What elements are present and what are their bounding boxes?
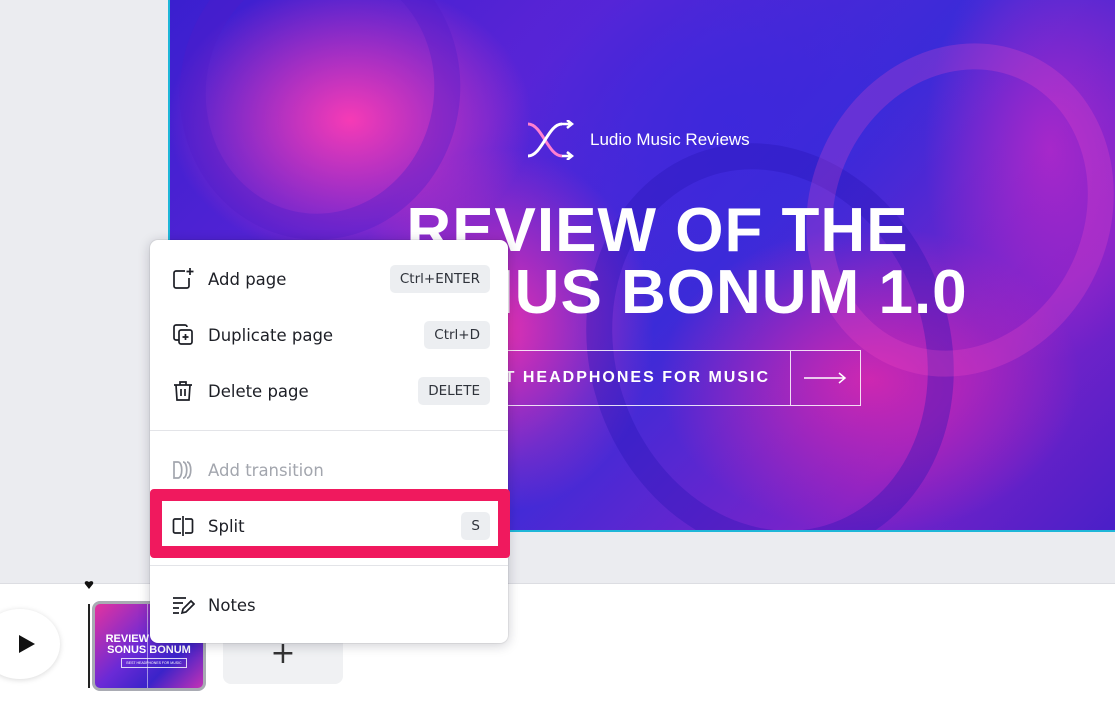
brand-logo-icon [527,120,575,160]
shortcut-badge: Ctrl+ENTER [389,265,490,293]
add-page-icon [170,266,196,292]
brand-header[interactable]: Ludio Music Reviews [524,120,750,160]
play-button[interactable] [0,609,60,679]
menu-item-split[interactable]: Split S [150,501,508,551]
menu-item-add-transition[interactable]: Add transition [150,445,508,495]
shortcut-badge: S [461,512,490,540]
playhead-marker-icon[interactable] [84,580,94,590]
menu-divider [150,430,508,431]
trash-icon [170,378,196,404]
thumbnail-cta: BEST HEADPHONES FOR MUSIC [121,658,187,668]
transition-icon [170,457,196,483]
playhead[interactable] [88,604,90,688]
plus-icon: + [270,636,296,671]
menu-item-notes[interactable]: Notes [150,580,508,630]
arrow-right-icon [790,351,860,405]
page-context-menu: Add page Ctrl+ENTER Duplicate page Ctrl+… [150,240,508,643]
menu-item-label: Add transition [208,460,324,480]
menu-item-duplicate-page[interactable]: Duplicate page Ctrl+D [150,310,508,360]
menu-divider [150,565,508,566]
menu-item-label: Add page [208,269,287,289]
thumbnail-title-line-2: SONUS BONUM [107,644,191,656]
menu-item-label: Delete page [208,381,309,401]
menu-item-add-page[interactable]: Add page Ctrl+ENTER [150,254,508,304]
menu-item-label: Notes [208,595,256,615]
menu-item-label: Split [208,516,245,536]
duplicate-icon [170,322,196,348]
menu-item-label: Duplicate page [208,325,334,345]
shortcut-badge: Ctrl+D [424,321,490,349]
menu-item-delete-page[interactable]: Delete page DELETE [150,366,508,416]
notes-icon [170,592,196,618]
split-icon [170,513,196,539]
play-icon [19,635,35,653]
shortcut-badge: DELETE [418,377,490,405]
brand-name: Ludio Music Reviews [590,130,750,149]
